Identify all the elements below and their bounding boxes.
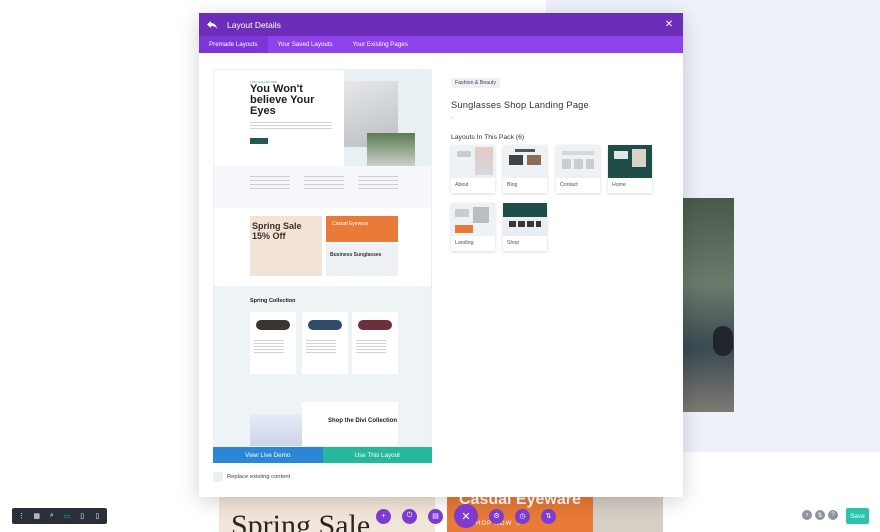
save-button[interactable]: Save (846, 508, 869, 524)
tab-existing-pages[interactable]: Your Existing Pages (343, 36, 418, 53)
preview-shop-section: Shop the Divi Collection (214, 402, 431, 446)
preview-features-section (214, 166, 431, 208)
help-icon[interactable]: ? (828, 510, 838, 520)
settings-icon[interactable]: ⚙ (489, 508, 504, 524)
background-photo-wheel (713, 326, 733, 356)
preview-actions: View Live Demo Use This Layout (213, 447, 432, 463)
pack-layout-about[interactable]: About (451, 145, 495, 193)
layout-thumbnail (556, 145, 600, 178)
tab-saved-layouts[interactable]: Your Saved Layouts (268, 36, 343, 53)
pack-layout-home[interactable]: Home (608, 145, 652, 193)
zoom-icon[interactable]: ⌕ (47, 511, 57, 521)
preview-sale-section: Spring Sale 15% Off Casual Eyewear Busin… (214, 208, 431, 286)
back-arrow-icon[interactable] (207, 19, 219, 31)
layout-label: Shop (507, 240, 520, 246)
preview-feature-col (250, 176, 290, 192)
replace-content-label: Replace existing content (227, 474, 291, 480)
pack-title: Layouts In This Pack (6) (451, 134, 525, 141)
modal-title: Layout Details (227, 19, 281, 30)
pack-layout-landing[interactable]: Landing (451, 203, 495, 251)
modal-tabs: Premade Layouts Your Saved Layouts Your … (199, 36, 683, 53)
pack-layout-contact[interactable]: Contact (556, 145, 600, 193)
layout-label: Blog (507, 182, 518, 188)
layout-thumbnail (503, 145, 547, 178)
replace-content-option: Replace existing content (213, 472, 290, 482)
preview-product-text (356, 340, 386, 354)
background-hero-left-text: Spring Sale (231, 509, 371, 532)
preview-shop-heading: Shop the Divi Collection (328, 418, 398, 424)
preview-collection-section: Spring Collection (214, 286, 431, 402)
layout-thumbnail (608, 145, 652, 178)
preview-product-text (306, 340, 336, 354)
portability-icon[interactable]: ⇅ (815, 510, 825, 520)
layout-preview[interactable]: FULL COLLECTION You Won't believe Your E… (213, 69, 432, 447)
sunglasses-icon (358, 320, 392, 330)
builder-right-toolbar: ⌕ ⇅ ? (802, 510, 841, 520)
trash-icon[interactable]: ▤ (428, 508, 443, 524)
sort-icon[interactable]: ⇅ (541, 508, 556, 524)
layout-label: About (455, 182, 469, 188)
layout-name: Sunglasses Shop Landing Page (451, 100, 589, 110)
view-live-demo-button[interactable]: View Live Demo (213, 447, 323, 463)
preview-hero-text (250, 122, 332, 130)
preview-product-text (254, 340, 284, 354)
preview-orange-text: Casual Eyewear (332, 221, 369, 227)
close-builder-icon[interactable]: ✕ (454, 504, 478, 528)
more-icon[interactable]: ⋮ (17, 511, 27, 521)
layout-label: Contact (560, 182, 578, 188)
pack-layout-blog[interactable]: Blog (503, 145, 547, 193)
layout-thumbnail (503, 203, 547, 236)
preview-feature-col (358, 176, 398, 192)
sunglasses-icon (256, 320, 290, 330)
pack-layout-shop[interactable]: Shop (503, 203, 547, 251)
history-icon[interactable]: ◷ (515, 508, 530, 524)
preview-business-text: Business Sunglasses (330, 252, 382, 258)
preview-orange-card: Casual Eyewear (326, 216, 398, 242)
power-icon[interactable]: ⏻ (402, 508, 417, 524)
preview-business-card: Business Sunglasses (326, 244, 398, 276)
pack-layouts-grid: About Blog Contact Home Landing Shop (451, 145, 671, 255)
layout-thumbnail (451, 203, 495, 236)
replace-content-checkbox[interactable] (213, 472, 223, 482)
layout-label: Home (612, 182, 626, 188)
layout-description: . (451, 114, 453, 120)
add-icon[interactable]: + (376, 508, 391, 524)
tab-premade-layouts[interactable]: Premade Layouts (199, 36, 268, 53)
phone-icon[interactable]: ▯ (92, 511, 102, 521)
layout-details-modal: Layout Details ✕ Premade Layouts Your Sa… (199, 13, 683, 497)
sunglasses-icon (308, 320, 342, 330)
preview-product-card (352, 312, 398, 374)
close-icon[interactable]: ✕ (663, 19, 675, 30)
desktop-icon[interactable]: ▭ (62, 511, 72, 521)
preview-hero-heading: You Won't believe Your Eyes (250, 83, 315, 117)
modal-header: Layout Details ✕ (199, 13, 683, 36)
tablet-icon[interactable]: ▯ (77, 511, 87, 521)
layout-label: Landing (455, 240, 474, 246)
preview-product-card (250, 312, 296, 374)
use-this-layout-button[interactable]: Use This Layout (322, 447, 432, 463)
preview-hero-section: FULL COLLECTION You Won't believe Your E… (214, 70, 431, 195)
layout-details-panel: Fashion & Beauty Sunglasses Shop Landing… (451, 71, 671, 255)
preview-feature-col (304, 176, 344, 192)
wireframe-icon[interactable]: ▦ (32, 511, 42, 521)
preview-sale-text: Spring Sale 15% Off (252, 221, 302, 241)
preview-collection-heading: Spring Collection (250, 298, 296, 304)
layout-thumbnail (451, 145, 495, 178)
search-icon[interactable]: ⌕ (802, 510, 812, 520)
preview-product-card (302, 312, 348, 374)
category-tag[interactable]: Fashion & Beauty (451, 78, 500, 88)
builder-center-toolbar: + ⏻ ▤ ✕ ⚙ ◷ ⇅ (376, 504, 567, 528)
builder-left-toolbar: ⋮ ▦ ⌕ ▭ ▯ ▯ (12, 508, 107, 524)
preview-shop-box: Shop the Divi Collection (302, 402, 398, 446)
preview-hero-button (250, 138, 268, 144)
preview-sale-card: Spring Sale 15% Off (250, 216, 322, 276)
background-photo (683, 198, 734, 412)
background-hero-right-photo (593, 497, 663, 532)
